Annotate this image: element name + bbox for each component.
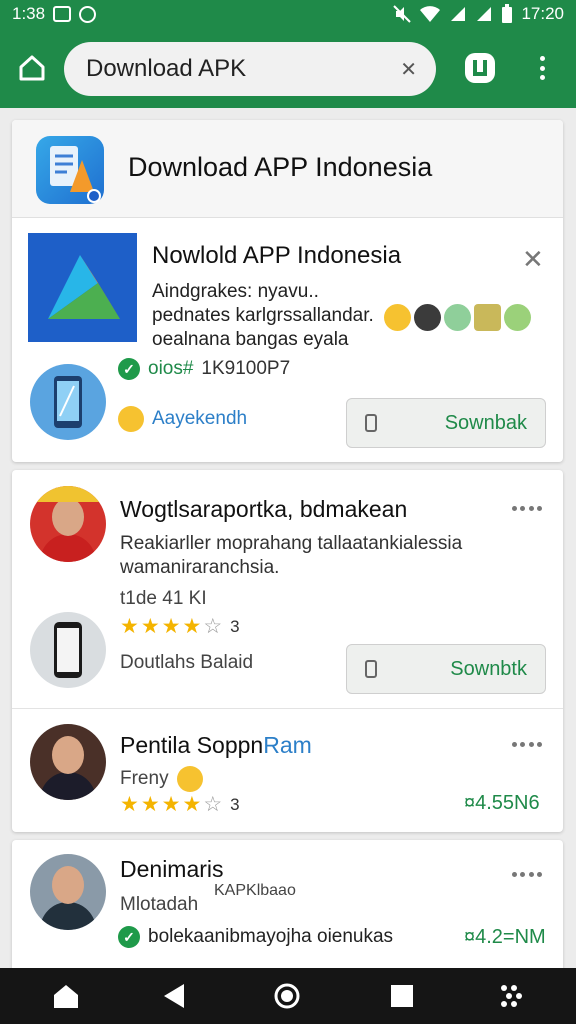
emoji-icon — [444, 304, 471, 331]
phone-icon — [30, 612, 106, 688]
verified-row: ✓ bolekaanibmayojha oienukas — [118, 926, 393, 948]
reaction-icons — [384, 304, 531, 331]
download-button[interactable]: Sownbtk — [346, 644, 546, 694]
phone-icon — [30, 364, 106, 440]
download-button-label: Sownbtk — [450, 657, 527, 680]
verified-check-icon: ✓ — [118, 358, 140, 380]
emoji-icon — [504, 304, 531, 331]
battery-icon — [502, 4, 513, 23]
app-subtitle-2: KAPKlbaao — [214, 882, 296, 899]
avatar[interactable] — [30, 854, 106, 930]
nav-recents-circle-icon[interactable] — [273, 982, 301, 1010]
rating-count: 3 — [230, 616, 240, 636]
app-banner-image[interactable] — [28, 233, 137, 342]
phone-small-icon — [365, 414, 377, 432]
item-more-icon[interactable] — [512, 872, 542, 877]
search-field[interactable]: Download APK ✕ — [64, 42, 436, 96]
sync-icon — [79, 5, 97, 23]
download-button[interactable]: Sownbak — [346, 398, 546, 448]
smile-emoji-icon — [118, 406, 144, 432]
app-list-card: Wogtlsaraportka, bdmakean Reakiarller mo… — [12, 470, 563, 832]
status-time-right: 17:20 — [521, 4, 564, 23]
app-description: Reakiarller moprahang tallaatankialessia… — [120, 533, 463, 578]
star-rating: ★ ★ ★ ★ ☆ 3 — [120, 615, 240, 638]
version-row: ✓ oios# 1K9100P7 — [118, 358, 290, 380]
developer-name[interactable]: Doutlahs Balaid — [120, 652, 253, 674]
status-bar: 1:38 17:20 — [0, 0, 576, 28]
app-title[interactable]: Pentila SoppnRam — [120, 732, 312, 759]
app-name[interactable]: Nowlold APP Indonesia — [152, 242, 401, 270]
featured-app-card: Download APP Indonesia Nowlold APP Indon… — [12, 120, 563, 462]
search-input[interactable]: Download APK — [86, 55, 400, 83]
nav-overview-icon[interactable] — [388, 982, 416, 1010]
mute-icon — [393, 5, 412, 23]
home-button[interactable] — [0, 28, 64, 108]
nav-apps-icon[interactable] — [498, 982, 526, 1010]
status-time-left: 1:38 — [12, 4, 46, 23]
app-price[interactable]: ¤4.2=NM — [464, 926, 546, 949]
avatar[interactable] — [30, 724, 106, 800]
app-price[interactable]: ¤4.55N6 — [464, 792, 540, 815]
app-title-text: Pentila Soppn — [120, 732, 264, 758]
phone-small-icon — [365, 660, 377, 678]
version-label: oios# — [148, 358, 194, 379]
app-list-card: Denimaris Mlotadah KAPKlbaao ✓ bolekaani… — [12, 840, 563, 980]
divider — [12, 708, 563, 709]
download-button-label: Sownbak — [444, 411, 527, 434]
version-code: 1K9100P7 — [201, 358, 291, 379]
nav-back-icon[interactable] — [160, 982, 188, 1010]
home-icon — [19, 55, 45, 81]
clear-search-icon[interactable]: ✕ — [400, 57, 418, 82]
app-meta: t1de 41 KI — [120, 588, 207, 609]
app-subtitle: Mlotadah — [120, 894, 199, 915]
avatar[interactable] — [30, 486, 106, 562]
developer-name[interactable]: Aayekendh — [152, 408, 247, 430]
emoji-icon — [474, 304, 501, 331]
emoji-icon — [176, 766, 203, 792]
app-subtitle-row: Freny — [120, 766, 203, 792]
app-logo-icon — [36, 136, 104, 204]
signal-icon-2 — [477, 7, 492, 21]
star-rating: ★ ★ ★ ★ ☆ 3 — [120, 793, 240, 816]
gallery-icon — [53, 6, 72, 22]
item-more-icon[interactable] — [512, 742, 542, 747]
download-icon[interactable] — [462, 50, 498, 86]
emoji-icon — [384, 304, 411, 331]
app-title[interactable]: Denimaris — [120, 856, 224, 883]
wifi-icon — [420, 6, 441, 22]
nav-home-icon[interactable] — [52, 982, 80, 1010]
app-title-highlight: Ram — [263, 732, 312, 758]
card-header-title: Download APP Indonesia — [128, 152, 433, 182]
app-description: Aindgrakes: nyavu.. pednates karlgrssall… — [152, 281, 374, 350]
verified-text: bolekaanibmayojha oienukas — [148, 926, 394, 947]
app-toolbar: Download APK ✕ — [0, 28, 576, 108]
signal-icon — [451, 7, 466, 21]
app-title[interactable]: Wogtlsaraportka, bdmakean — [120, 496, 407, 523]
emoji-icon — [414, 304, 441, 331]
item-more-icon[interactable] — [512, 506, 542, 511]
verified-check-icon: ✓ — [118, 926, 140, 948]
system-nav-bar — [0, 968, 576, 1024]
developer-row[interactable]: Aayekendh — [118, 406, 247, 432]
more-options-button[interactable] — [528, 52, 556, 84]
app-subtitle: Freny — [120, 768, 169, 789]
rating-count: 3 — [230, 794, 240, 814]
close-icon[interactable]: ✕ — [522, 244, 544, 275]
